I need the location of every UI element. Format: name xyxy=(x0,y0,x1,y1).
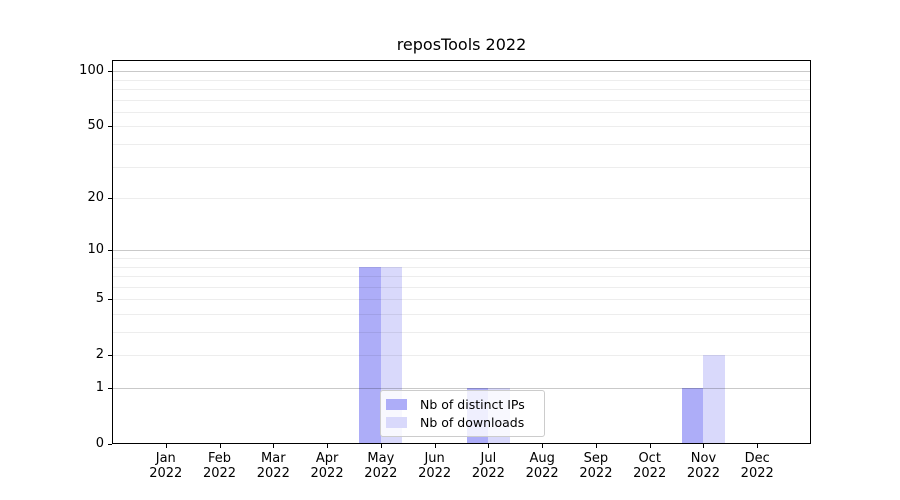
gridline xyxy=(112,299,811,301)
gridline xyxy=(112,266,811,268)
x-tick-label: May 2022 xyxy=(364,451,398,481)
legend: Nb of distinct IPs Nb of downloads xyxy=(380,390,545,437)
gridline xyxy=(112,355,811,357)
x-tick xyxy=(757,444,759,448)
gridline xyxy=(112,276,811,278)
gridline xyxy=(112,144,811,145)
x-tick-label: Jul 2022 xyxy=(471,451,505,481)
gridline xyxy=(112,111,811,113)
legend-item-distinct-ips: Nb of distinct IPs xyxy=(386,397,540,412)
y-tick-label: 50 xyxy=(87,118,104,134)
x-tick-label: Mar 2022 xyxy=(256,451,290,481)
gridline xyxy=(112,313,811,315)
x-tick xyxy=(542,444,544,448)
y-tick-label: 20 xyxy=(87,190,104,206)
chart-canvas: reposTools 2022 Nb of distinct IPs Nb of… xyxy=(0,0,900,500)
x-tick-label: Feb 2022 xyxy=(202,451,237,481)
x-tick-label: Apr 2022 xyxy=(310,451,344,481)
bar-nov-series1 xyxy=(703,355,725,444)
gridline xyxy=(112,99,811,101)
legend-label-downloads: Nb of downloads xyxy=(420,415,525,430)
gridline xyxy=(112,198,811,200)
x-tick xyxy=(273,444,275,448)
y-tick-label: 0 xyxy=(95,436,104,451)
x-tick xyxy=(380,444,382,448)
plot-area xyxy=(112,60,811,444)
x-tick-label: Oct 2022 xyxy=(633,451,667,481)
legend-swatch-distinct-ips-icon xyxy=(386,399,407,410)
x-tick xyxy=(703,444,705,448)
y-tick-label: 100 xyxy=(79,63,104,79)
chart-title: reposTools 2022 xyxy=(396,35,527,54)
gridline xyxy=(112,79,811,81)
gridline xyxy=(112,388,811,389)
y-tick-label: 10 xyxy=(87,242,104,258)
x-tick xyxy=(219,444,221,448)
x-tick xyxy=(595,444,597,448)
x-tick-label: Aug 2022 xyxy=(525,451,559,481)
x-tick xyxy=(327,444,329,448)
x-tick xyxy=(165,444,167,448)
x-tick xyxy=(488,444,490,448)
x-tick xyxy=(649,444,651,448)
y-tick-label: 2 xyxy=(95,347,104,363)
y-tick xyxy=(108,444,112,445)
x-tick-label: Nov 2022 xyxy=(686,451,720,481)
legend-label-distinct-ips: Nb of distinct IPs xyxy=(420,397,525,412)
gridline xyxy=(112,332,811,333)
gridline xyxy=(112,89,811,90)
x-tick-label: Jan 2022 xyxy=(149,451,183,481)
gridline xyxy=(112,166,811,168)
legend-item-downloads: Nb of downloads xyxy=(386,415,540,430)
gridline xyxy=(112,286,811,288)
y-tick-label: 1 xyxy=(95,380,104,395)
gridline xyxy=(112,250,811,252)
x-tick-label: Jun 2022 xyxy=(418,451,452,481)
gridline xyxy=(112,71,811,73)
y-tick-label: 5 xyxy=(95,291,104,307)
gridline xyxy=(112,126,811,128)
x-tick xyxy=(434,444,436,448)
legend-swatch-downloads-icon xyxy=(386,417,407,428)
gridline xyxy=(112,257,811,259)
bar-nov-series0 xyxy=(681,388,704,444)
x-tick-label: Dec 2022 xyxy=(740,451,774,481)
x-tick-label: Sep 2022 xyxy=(579,451,613,481)
